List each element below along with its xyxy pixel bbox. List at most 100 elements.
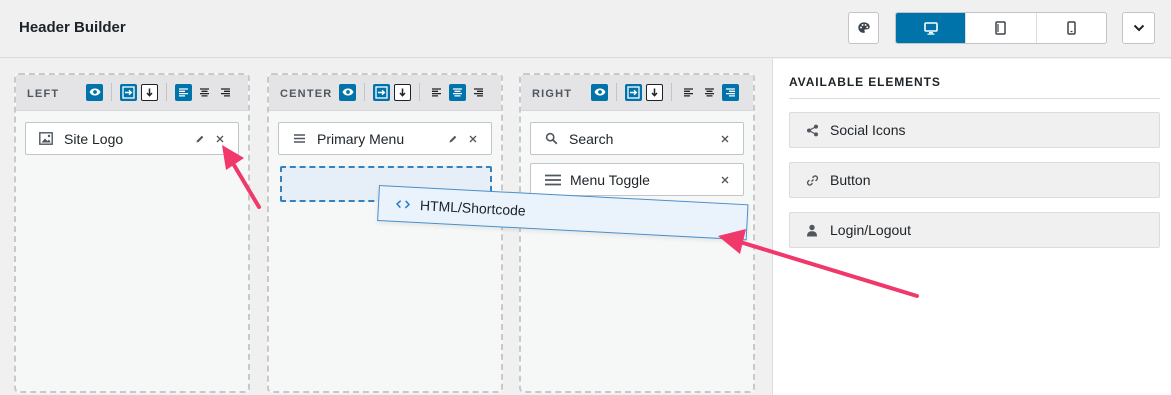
item-label: Login/Logout — [830, 222, 911, 238]
align-right-icon — [221, 87, 230, 97]
layout-stack-button[interactable] — [646, 83, 663, 101]
align-right-button[interactable] — [470, 84, 487, 101]
link-icon — [805, 173, 819, 187]
align-right-button[interactable] — [722, 83, 739, 101]
align-center-icon — [200, 87, 209, 97]
element-label: Primary Menu — [317, 130, 405, 147]
element-label: Search — [569, 130, 614, 147]
item-label: Button — [830, 172, 871, 188]
align-left-button[interactable] — [428, 84, 445, 101]
column-tools — [82, 83, 234, 101]
builder-header: Header Builder — [0, 0, 1171, 58]
element-label: Site Logo — [64, 130, 124, 147]
toolbar-divider — [616, 83, 617, 101]
available-item-login-logout[interactable]: Login/Logout — [789, 212, 1160, 248]
column-label: CENTER — [280, 88, 333, 100]
toolbar-divider — [111, 83, 112, 101]
align-center-button[interactable] — [196, 84, 213, 101]
align-center-icon — [705, 87, 714, 97]
arrow-right-box-icon — [627, 85, 640, 99]
toolbar-divider — [166, 83, 167, 101]
remove-button[interactable] — [214, 133, 226, 145]
toolbar-divider — [364, 83, 365, 101]
toolbar-divider — [671, 83, 672, 101]
close-icon — [721, 135, 729, 142]
element-label: HTML/Shortcode — [419, 197, 527, 219]
column-header: CENTER — [269, 75, 501, 111]
desktop-icon — [923, 21, 938, 35]
visibility-toggle[interactable] — [339, 83, 356, 101]
available-elements-panel: AVAILABLE ELEMENTS Social Icons Button L… — [772, 59, 1171, 395]
column-header: RIGHT — [521, 75, 753, 111]
column-center: CENTER Primary Menu — [267, 73, 503, 393]
layout-stack-button[interactable] — [394, 83, 411, 101]
align-center-button[interactable] — [701, 84, 718, 101]
panel-title: AVAILABLE ELEMENTS — [789, 75, 941, 89]
element-site-logo[interactable]: Site Logo — [25, 122, 239, 155]
mobile-icon — [1067, 21, 1076, 35]
search-icon — [544, 132, 558, 146]
element-label: Menu Toggle — [570, 171, 650, 188]
item-label: Social Icons — [830, 122, 906, 138]
column-label: LEFT — [27, 88, 60, 100]
tablet-icon — [995, 21, 1007, 35]
eye-icon — [89, 88, 100, 96]
hamburger-icon — [544, 173, 562, 187]
device-switcher — [895, 12, 1107, 44]
align-left-button[interactable] — [175, 83, 192, 101]
close-icon — [469, 135, 477, 142]
collapse-button[interactable] — [1122, 12, 1155, 44]
mobile-view-button[interactable] — [1035, 13, 1106, 43]
close-icon — [216, 135, 224, 142]
layout-inline-button[interactable] — [625, 83, 642, 101]
arrow-right-box-icon — [375, 85, 388, 99]
close-icon — [721, 176, 729, 183]
edit-button[interactable] — [194, 133, 206, 145]
menu-icon — [292, 132, 306, 146]
layout-stack-button[interactable] — [141, 83, 158, 101]
palette-icon — [857, 22, 870, 33]
page-title: Header Builder — [19, 19, 126, 36]
chevron-down-icon — [1133, 24, 1144, 32]
pencil-icon — [449, 135, 457, 142]
align-left-icon — [684, 87, 693, 97]
eye-icon — [342, 88, 353, 96]
align-right-button[interactable] — [217, 84, 234, 101]
remove-button[interactable] — [719, 133, 731, 145]
arrow-right-box-icon — [122, 85, 135, 99]
column-left: LEFT Site Logo — [14, 73, 250, 393]
layout-inline-button[interactable] — [120, 83, 137, 101]
share-icon — [805, 123, 819, 137]
panel-divider — [789, 98, 1160, 99]
palette-button[interactable] — [848, 12, 879, 44]
remove-button[interactable] — [467, 133, 479, 145]
element-menu-toggle[interactable]: Menu Toggle — [530, 163, 744, 196]
visibility-toggle[interactable] — [591, 83, 608, 101]
visibility-toggle[interactable] — [86, 83, 103, 101]
edit-button[interactable] — [447, 133, 459, 145]
desktop-view-button[interactable] — [896, 13, 966, 43]
toolbar-divider — [419, 83, 420, 101]
align-left-icon — [432, 87, 441, 97]
tablet-view-button[interactable] — [965, 13, 1035, 43]
available-item-button[interactable]: Button — [789, 162, 1160, 198]
align-right-icon — [726, 87, 735, 97]
align-center-icon — [453, 87, 462, 97]
layout-inline-button[interactable] — [373, 83, 390, 101]
element-primary-menu[interactable]: Primary Menu — [278, 122, 492, 155]
column-tools — [335, 83, 487, 101]
align-left-icon — [179, 87, 188, 97]
user-icon — [805, 223, 819, 237]
column-label: RIGHT — [532, 88, 573, 100]
remove-button[interactable] — [719, 174, 731, 186]
align-left-button[interactable] — [680, 84, 697, 101]
element-search[interactable]: Search — [530, 122, 744, 155]
available-item-social-icons[interactable]: Social Icons — [789, 112, 1160, 148]
arrow-down-box-icon — [651, 88, 658, 97]
align-right-icon — [474, 87, 483, 97]
arrow-down-box-icon — [399, 88, 406, 97]
arrow-down-box-icon — [146, 88, 153, 97]
column-tools — [587, 83, 739, 101]
image-icon — [39, 132, 53, 146]
align-center-button[interactable] — [449, 83, 466, 101]
